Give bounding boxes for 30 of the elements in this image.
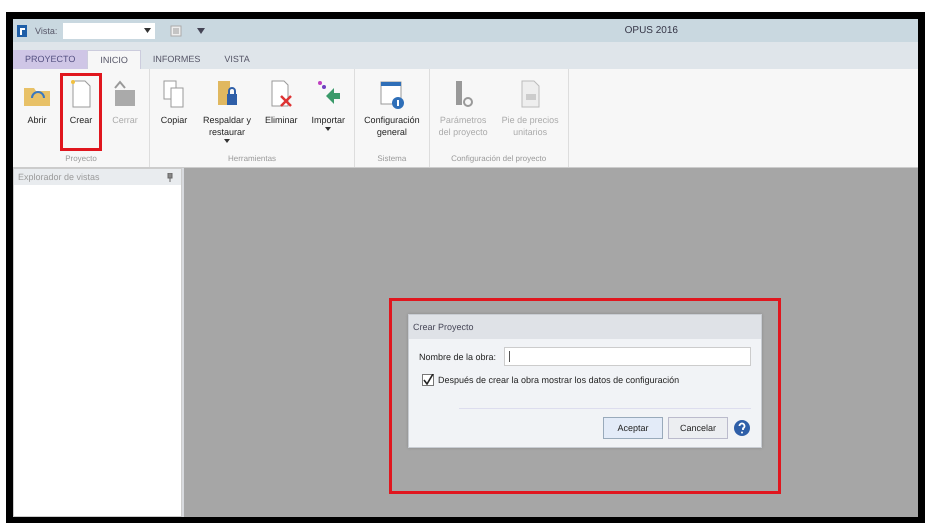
group-label: Configuración del proyecto [450,153,548,165]
ribbon-button[interactable]: Crear [60,73,102,151]
group-label: Proyecto [64,153,98,165]
dialog-title: Crear Proyecto [409,315,761,339]
dialog-button[interactable]: Cancelar [668,417,728,439]
dialog-button[interactable]: Aceptar [603,417,663,439]
ribbon-button[interactable]: Respaldar y restaurar [197,73,258,151]
ribbon-button[interactable]: Configuración general [358,73,426,151]
checkbox[interactable] [422,374,434,386]
ribbon-button[interactable]: Copiar [153,73,195,151]
ribbon-button[interactable]: Eliminar [259,73,304,151]
ribbon-tab[interactable]: VISTA [212,50,262,69]
input-field[interactable] [504,347,751,366]
group-label: Sistema [376,153,408,165]
group-label: Herramientas [227,153,278,165]
ribbon-button[interactable]: Abrir [16,73,58,151]
checkbox-label: Después de crear la obra mostrar los datos de configuración [438,375,680,385]
ribbon-tab[interactable]: PROYECTO [13,50,88,69]
pin-icon[interactable] [167,172,173,182]
caret-icon [144,28,152,33]
field-label: Nombre de la obra: [419,352,496,362]
window-title: OPUS 2016 [624,25,678,36]
ribbon-button[interactable]: Importar [306,73,352,151]
ribbon-tab[interactable]: INICIO [87,50,141,69]
ribbon-tab[interactable]: INFORMES [140,50,212,69]
panel-title: Explorador de vistas [18,172,100,182]
app-logo-icon [15,22,29,38]
view-label: Vista: [35,26,58,36]
caret-icon[interactable] [197,28,206,34]
help-icon[interactable] [733,419,751,437]
